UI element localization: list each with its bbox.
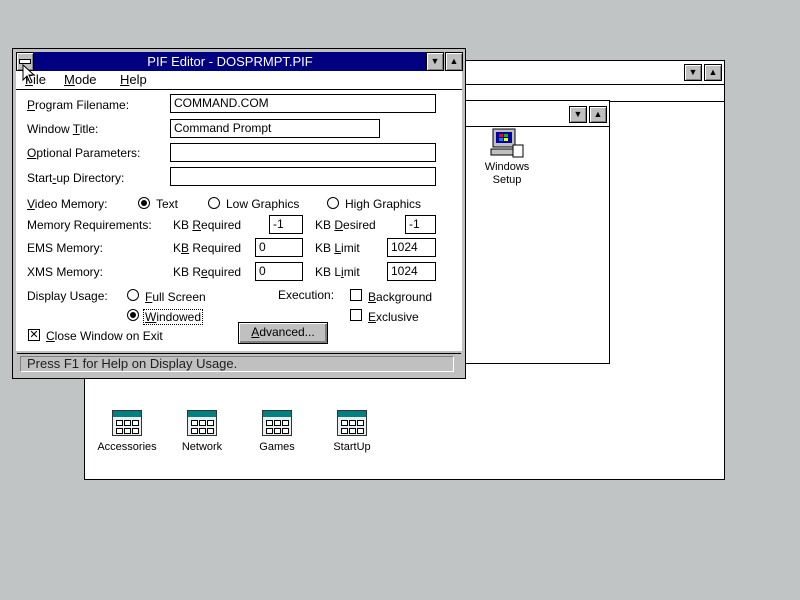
xms-kb-limit-label: KB Limit [315,265,360,279]
minimize-icon: ▼ [430,56,440,66]
ems-kb-limit-field[interactable]: 1024 [387,238,436,257]
xms-kb-required-field[interactable]: 0 [255,262,303,281]
xms-kb-required-label: KB Required [173,265,242,279]
window-title-label: Window Title: [27,122,99,136]
video-low-graphics-label[interactable]: Low Graphics [226,197,299,211]
kb-desired-label: KB Desired [315,218,376,232]
background-label[interactable]: Background [368,290,432,304]
kb-required-field[interactable]: -1 [269,215,303,234]
close-window-on-exit-checkbox[interactable]: ✕ [28,329,40,341]
windowed-radio[interactable] [127,309,139,321]
video-high-graphics-label[interactable]: High Graphics [345,197,421,211]
program-filename-field[interactable]: COMMAND.COM [170,94,436,113]
full-screen-label[interactable]: Full Screen [145,290,206,304]
pif-editor-window: PIF Editor - DOSPRMPT.PIF ▼ ▲ File Mode … [12,48,466,379]
maximize-icon: ▲ [708,67,718,77]
accessories-group-icon[interactable] [112,410,142,436]
memory-requirements-label: Memory Requirements: [27,218,152,232]
maximize-icon: ▲ [593,109,603,119]
pif-editor-title[interactable]: PIF Editor - DOSPRMPT.PIF [34,52,426,71]
main-group-minimize-button[interactable]: ▼ [569,106,587,123]
menu-mode[interactable]: Mode [64,72,97,87]
maximize-button[interactable]: ▲ [704,64,722,81]
minimize-icon: ▼ [688,67,698,77]
menu-bar: File Mode Help [16,71,462,90]
optional-parameters-field[interactable] [170,143,436,162]
video-high-graphics-radio[interactable] [327,197,339,209]
ems-kb-required-label: KB Required [173,241,242,255]
xms-kb-limit-field[interactable]: 1024 [387,262,436,281]
exclusive-label[interactable]: Exclusive [368,310,419,324]
status-bar: Press F1 for Help on Display Usage. [17,353,461,374]
full-screen-radio[interactable] [127,289,139,301]
menu-help[interactable]: Help [120,72,147,87]
startup-group-label[interactable]: StartUp [307,441,397,453]
video-text-radio[interactable] [138,197,150,209]
mouse-cursor-icon [22,64,36,84]
pif-maximize-button[interactable]: ▲ [445,52,463,71]
main-group-maximize-button[interactable]: ▲ [589,106,607,123]
optional-parameters-label: Optional Parameters: [27,146,141,160]
exclusive-checkbox[interactable] [350,309,362,321]
startup-directory-label: Start-up Directory: [27,171,125,185]
minimize-icon: ▼ [573,109,583,119]
window-title-field[interactable]: Command Prompt [170,119,380,138]
status-text: Press F1 for Help on Display Usage. [20,356,454,372]
video-memory-label: Video Memory: [27,197,108,211]
ems-memory-label: EMS Memory: [27,241,104,255]
video-low-graphics-radio[interactable] [208,197,220,209]
xms-memory-label: XMS Memory: [27,265,104,279]
close-window-on-exit-label[interactable]: Close Window on Exit [46,329,163,343]
advanced-button[interactable]: Advanced... [238,322,328,344]
startup-directory-field[interactable] [170,167,436,186]
execution-label: Execution: [278,288,335,302]
display-usage-label: Display Usage: [27,289,108,303]
ems-kb-limit-label: KB Limit [315,241,360,255]
pif-editor-body: Program Filename: COMMAND.COM Window Tit… [16,90,462,351]
windows-setup-label[interactable]: Windows Setup [462,161,552,187]
windowed-label[interactable]: Windowed [143,309,204,325]
network-group-icon[interactable] [187,410,217,436]
maximize-icon: ▲ [449,56,459,66]
video-text-label[interactable]: Text [156,197,178,211]
ems-kb-required-field[interactable]: 0 [255,238,303,257]
minimize-button[interactable]: ▼ [684,64,702,81]
pif-minimize-button[interactable]: ▼ [426,52,444,71]
windows-setup-icon[interactable] [489,127,525,159]
kb-required-label: KB Required [173,218,242,232]
kb-desired-field[interactable]: -1 [405,215,436,234]
games-group-icon[interactable] [262,410,292,436]
background-checkbox[interactable] [350,289,362,301]
startup-group-icon[interactable] [337,410,367,436]
program-filename-label: Program Filename: [27,98,130,112]
